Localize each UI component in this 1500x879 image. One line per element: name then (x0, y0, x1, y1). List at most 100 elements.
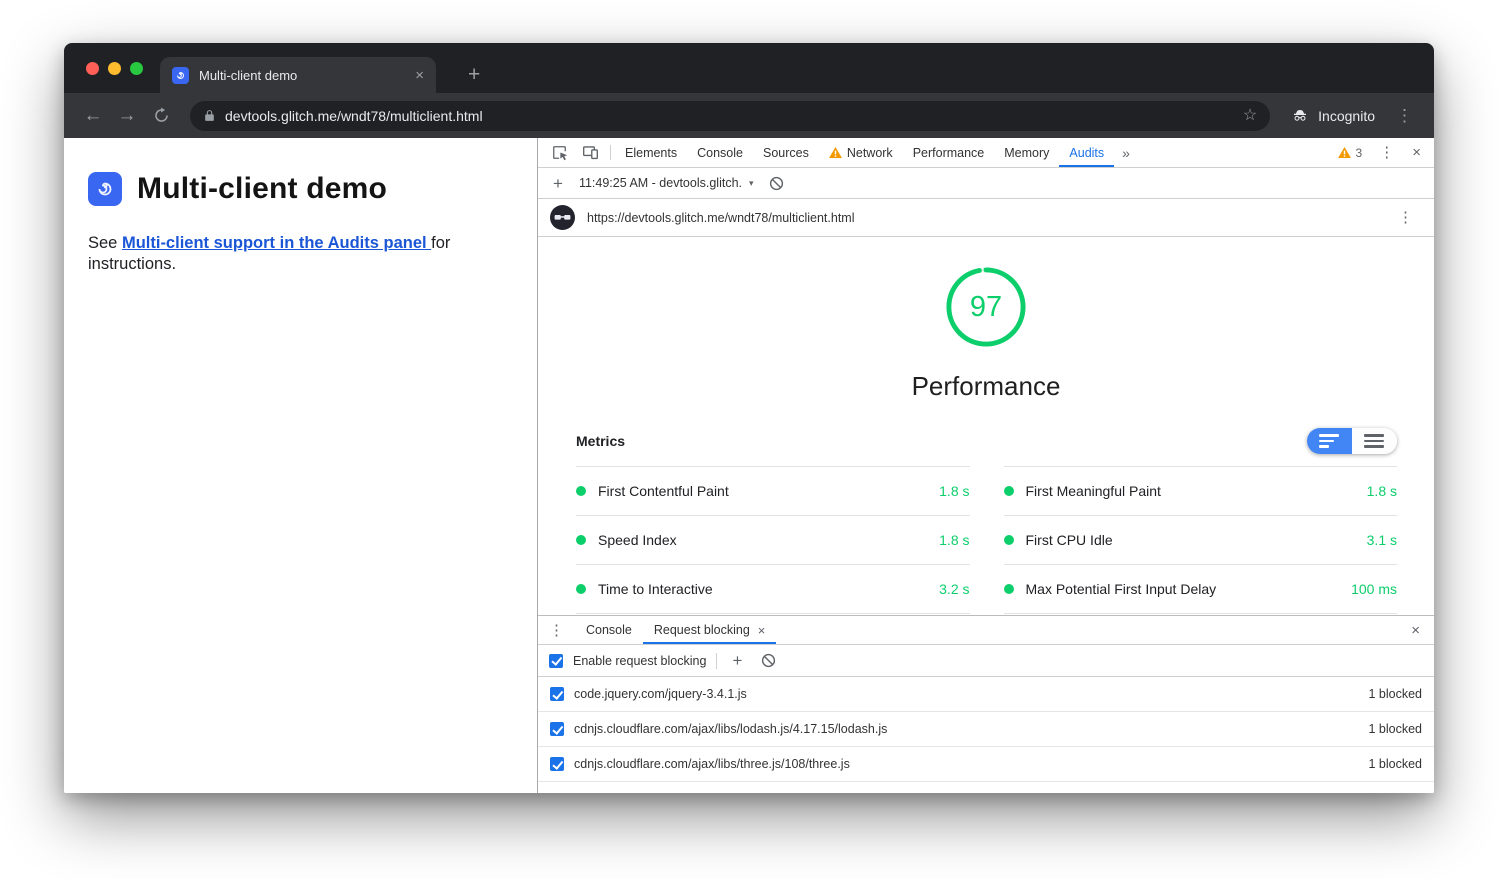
metric-row: First Contentful Paint 1.8 s (576, 467, 970, 516)
window-titlebar: Multi-client demo × + (64, 43, 1434, 93)
url-text: devtools.glitch.me/wndt78/multiclient.ht… (225, 108, 1234, 124)
remove-all-patterns-icon[interactable] (757, 653, 780, 668)
metric-value: 1.8 s (939, 532, 969, 548)
add-pattern-button[interactable]: + (727, 652, 747, 669)
expanded-view-icon[interactable] (1352, 428, 1397, 454)
metrics-view-toggle[interactable] (1307, 428, 1397, 454)
pattern-text: code.jquery.com/jquery-3.4.1.js (574, 687, 747, 701)
blocked-pattern-row[interactable]: cdnjs.cloudflare.com/ajax/libs/lodash.js… (538, 712, 1434, 747)
tab-label: Elements (625, 146, 677, 160)
metric-row: Speed Index 1.8 s (576, 516, 970, 565)
close-tab-icon[interactable]: × (758, 624, 766, 637)
traffic-lights (86, 62, 143, 75)
metric-name: Speed Index (598, 532, 677, 548)
tab-label: Console (697, 146, 743, 160)
page-intro: See Multi-client support in the Audits p… (88, 233, 511, 276)
lock-icon (203, 109, 216, 122)
metrics-header: Metrics (576, 433, 625, 449)
inspect-element-icon[interactable] (544, 138, 575, 167)
metric-pass-dot-icon (1004, 584, 1014, 594)
metrics-header-row: Metrics (576, 428, 1397, 454)
blocked-pattern-row[interactable]: cdnjs.cloudflare.com/ajax/libs/three.js/… (538, 747, 1434, 782)
tab-label: Audits (1069, 146, 1104, 160)
metric-value: 1.8 s (1367, 483, 1397, 499)
audits-panel-link[interactable]: Multi-client support in the Audits panel (122, 234, 431, 252)
devtools-tab-audits[interactable]: Audits (1059, 138, 1114, 167)
minimize-window-button[interactable] (108, 62, 121, 75)
incognito-badge: Incognito (1290, 107, 1375, 125)
metric-pass-dot-icon (576, 535, 586, 545)
pattern-checkbox[interactable] (550, 757, 564, 771)
pattern-text: cdnjs.cloudflare.com/ajax/libs/three.js/… (574, 757, 850, 771)
metric-value: 100 ms (1351, 581, 1397, 597)
more-tabs-icon[interactable]: » (1114, 138, 1138, 167)
new-audit-button[interactable]: + (548, 175, 568, 192)
page-title: Multi-client demo (137, 172, 387, 206)
devtools-tab-sources[interactable]: Sources (753, 138, 819, 167)
performance-score: 97 (944, 265, 1028, 349)
clear-audits-icon[interactable] (765, 176, 788, 191)
pattern-checkbox[interactable] (550, 722, 564, 736)
devtools-menu-icon[interactable]: ⋮ (1370, 145, 1403, 160)
page-header: Multi-client demo (88, 172, 511, 206)
blocked-patterns-list: code.jquery.com/jquery-3.4.1.js 1 blocke… (538, 677, 1434, 793)
pattern-text: cdnjs.cloudflare.com/ajax/libs/lodash.js… (574, 722, 887, 736)
report-menu-icon[interactable]: ⋮ (1389, 210, 1422, 225)
metric-name: First Meaningful Paint (1026, 483, 1161, 499)
devtools-tab-network[interactable]: Network (819, 138, 903, 167)
new-tab-button[interactable]: + (456, 57, 492, 93)
metrics-grid: First Contentful Paint 1.8 s Speed Index… (576, 466, 1397, 614)
enable-request-blocking-checkbox[interactable] (549, 654, 563, 668)
forward-button[interactable]: → (112, 106, 142, 125)
back-button[interactable]: ← (78, 106, 108, 125)
devtools-tab-performance[interactable]: Performance (903, 138, 995, 167)
close-window-button[interactable] (86, 62, 99, 75)
browser-menu-icon[interactable]: ⋮ (1389, 107, 1420, 124)
audit-run-selector[interactable]: 11:49:25 AM - devtools.glitch. ▾ (579, 176, 754, 190)
metrics-column-right: First Meaningful Paint 1.8 s First CPU I… (1004, 466, 1398, 614)
metric-row: Max Potential First Input Delay 100 ms (1004, 565, 1398, 614)
devtools-tab-memory[interactable]: Memory (994, 138, 1059, 167)
metric-row: Time to Interactive 3.2 s (576, 565, 970, 614)
chevron-down-icon: ▾ (749, 178, 754, 189)
tab-label: Performance (913, 146, 985, 160)
zoom-window-button[interactable] (130, 62, 143, 75)
incognito-icon (1290, 107, 1310, 125)
bookmark-star-icon[interactable]: ☆ (1243, 108, 1257, 124)
category-title: Performance (538, 371, 1434, 402)
devtools-tabbar: Elements Console Sources Network Perform… (538, 138, 1434, 168)
incognito-label: Incognito (1318, 108, 1375, 124)
address-bar[interactable]: devtools.glitch.me/wndt78/multiclient.ht… (190, 101, 1270, 131)
devtools-tabbar-right: 3 ⋮ × (1330, 138, 1434, 167)
devtools-tab-elements[interactable]: Elements (615, 138, 687, 167)
devtools-close-icon[interactable]: × (1403, 145, 1430, 160)
tab-label: Request blocking (654, 623, 750, 637)
warning-count-badge[interactable]: 3 (1330, 146, 1371, 160)
tab-title: Multi-client demo (199, 68, 405, 83)
devtools-tab-console[interactable]: Console (687, 138, 753, 167)
browser-tab[interactable]: Multi-client demo × (160, 57, 436, 93)
site-favicon-icon (550, 205, 575, 230)
devtools-panel: Elements Console Sources Network Perform… (537, 138, 1434, 793)
blocked-count: 1 blocked (1368, 722, 1422, 736)
drawer-close-icon[interactable]: × (1397, 616, 1434, 644)
device-toolbar-icon[interactable] (575, 138, 606, 167)
network-warning-icon (829, 147, 842, 158)
metric-pass-dot-icon (1004, 535, 1014, 545)
drawer-tabbar: ⋮ Console Request blocking × × (538, 616, 1434, 645)
drawer-tab-request-blocking[interactable]: Request blocking × (643, 616, 777, 644)
toolbar-divider (610, 145, 611, 160)
tab-close-icon[interactable]: × (415, 68, 424, 83)
drawer-tab-console[interactable]: Console (575, 616, 643, 644)
web-page: Multi-client demo See Multi-client suppo… (64, 138, 537, 793)
condensed-view-icon[interactable] (1307, 428, 1352, 454)
drawer-menu-icon[interactable]: ⋮ (538, 616, 575, 644)
reload-button[interactable] (146, 106, 176, 125)
intro-prefix: See (88, 234, 122, 252)
tab-label: Network (847, 146, 893, 160)
blocked-pattern-row[interactable]: code.jquery.com/jquery-3.4.1.js 1 blocke… (538, 677, 1434, 712)
enable-request-blocking-label: Enable request blocking (573, 654, 706, 668)
window-content: Multi-client demo See Multi-client suppo… (64, 138, 1434, 793)
metric-row: First CPU Idle 3.1 s (1004, 516, 1398, 565)
pattern-checkbox[interactable] (550, 687, 564, 701)
